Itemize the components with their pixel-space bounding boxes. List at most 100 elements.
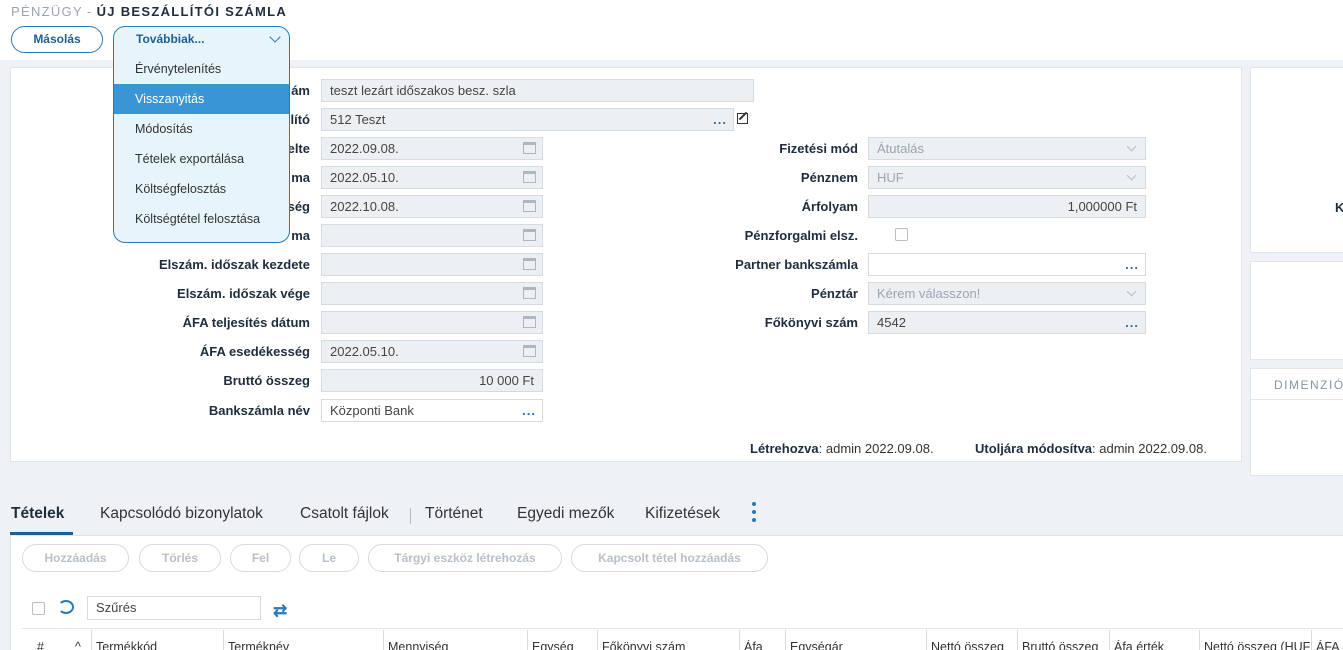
more-dropdown: Továbbiak... Érvénytelenítés Visszanyitá… — [113, 26, 290, 243]
field-label-exchange-rate: Árfolyam — [801, 199, 858, 214]
period-start-field[interactable] — [321, 253, 543, 276]
divider — [527, 630, 528, 650]
field-label-gross-amount: Bruttó összeg — [223, 373, 310, 388]
add-linked-item-button[interactable]: Kapcsolt tétel hozzáadás — [571, 544, 768, 572]
tab-custom-fields[interactable]: Egyedi mezők — [517, 505, 614, 523]
column-header-vat-value[interactable]: Áfa érték — [1114, 640, 1198, 650]
partner-bank-account-field[interactable]: ... — [868, 253, 1146, 276]
dimensions-title: DIMENZIÓ — [1274, 378, 1343, 392]
create-fixed-asset-button[interactable]: Tárgyi eszköz létrehozás — [368, 544, 562, 572]
side-panel-label: K — [1335, 200, 1343, 215]
field-label-cash-register: Pénztár — [811, 286, 858, 301]
tab-attachments[interactable]: Csatolt fájlok — [300, 505, 389, 523]
menu-item-invalidate[interactable]: Érvénytelenítés — [114, 54, 289, 84]
breadcrumb-separator: - — [86, 4, 93, 19]
column-header-net-amount-huf[interactable]: Nettó összeg (HUF) — [1204, 640, 1310, 650]
menu-item-modify[interactable]: Módosítás — [114, 114, 289, 144]
move-up-button[interactable]: Fel — [230, 544, 291, 572]
calendar-icon[interactable] — [523, 200, 536, 212]
column-header-vat-2[interactable]: ÁFA — [1316, 640, 1343, 650]
field-label-currency: Pénznem — [800, 170, 858, 185]
tab-items[interactable]: Tételek — [11, 505, 64, 523]
column-header-number[interactable]: # — [37, 640, 57, 650]
due-date-field[interactable]: 2022.10.08. — [321, 195, 543, 218]
calendar-icon[interactable] — [523, 287, 536, 299]
divider — [1199, 630, 1200, 650]
select-all-checkbox[interactable] — [32, 602, 45, 615]
calendar-icon[interactable] — [523, 345, 536, 357]
calendar-icon[interactable] — [523, 142, 536, 154]
more-vertical-icon[interactable] — [752, 502, 756, 526]
menu-item-cost-allocation[interactable]: Költségfelosztás — [114, 174, 289, 204]
calendar-icon[interactable] — [523, 258, 536, 270]
copy-button[interactable]: Másolás — [11, 26, 103, 53]
swap-icon[interactable]: ⇄ — [273, 601, 287, 621]
refresh-icon[interactable] — [58, 600, 74, 614]
created-info: Létrehozva: admin 2022.09.08. — [750, 441, 934, 456]
divider — [410, 508, 411, 524]
column-header-vat[interactable]: Áfa — [744, 640, 782, 650]
side-panel-summary — [1250, 67, 1343, 253]
column-header-unit-price[interactable]: Egységár — [790, 640, 924, 650]
vat-due-date-field[interactable]: 2022.05.10. — [321, 340, 543, 363]
add-button[interactable]: Hozzáadás — [22, 544, 129, 572]
cash-accounting-checkbox[interactable] — [895, 228, 908, 241]
more-dots-icon[interactable]: ... — [1125, 312, 1139, 333]
more-button[interactable]: Továbbiak... — [114, 27, 289, 54]
filter-input[interactable]: Szűrés — [87, 596, 261, 620]
more-dots-icon[interactable]: ... — [1125, 254, 1139, 275]
column-header-gross-amount[interactable]: Bruttó összeg — [1022, 640, 1108, 650]
calendar-icon[interactable] — [523, 316, 536, 328]
tab-related-documents[interactable]: Kapcsolódó bizonylatok — [100, 505, 263, 523]
field-label-payment-method: Fizetési mód — [779, 141, 858, 156]
chevron-down-icon — [1126, 141, 1137, 152]
tab-history[interactable]: Történet — [425, 505, 483, 523]
edit-icon[interactable] — [737, 113, 748, 124]
page-title: ÚJ BESZÁLLÍTÓI SZÁMLA — [96, 4, 288, 19]
invoice-number-field[interactable]: teszt lezárt időszakos besz. szla — [321, 79, 754, 102]
more-dots-icon[interactable]: ... — [522, 400, 536, 421]
exchange-rate-field[interactable]: 1,000000 Ft — [868, 195, 1146, 218]
field-label-partner-bank-account: Partner bankszámla — [735, 257, 858, 272]
column-header-ledger-account[interactable]: Főkönyvi szám — [602, 640, 736, 650]
divider — [926, 630, 927, 650]
cash-register-select[interactable]: Kérem válasszon! — [868, 282, 1146, 305]
column-header-quantity[interactable]: Mennyiség — [388, 640, 522, 650]
period-end-field[interactable] — [321, 282, 543, 305]
field-label-vat-due-date: ÁFA esedékesség — [199, 344, 310, 359]
vat-fulfillment-date-field[interactable] — [321, 311, 543, 334]
menu-item-reopen[interactable]: Visszanyitás — [114, 84, 289, 114]
currency-select[interactable]: HUF — [868, 166, 1146, 189]
tab-payments[interactable]: Kifizetések — [645, 505, 720, 523]
fulfillment-date-field[interactable]: 2022.05.10. — [321, 166, 543, 189]
issue-date-field[interactable]: 2022.09.08. — [321, 137, 543, 160]
menu-item-export-items[interactable]: Tételek exportálása — [114, 144, 289, 174]
column-header-net-amount[interactable]: Nettó összeg — [931, 640, 1015, 650]
side-panel-extra — [1250, 261, 1343, 360]
field-label-period-end: Elszám. időszak vége — [177, 286, 310, 301]
gross-amount-field[interactable]: 10 000 Ft — [321, 369, 543, 392]
column-header-unit[interactable]: Egység — [532, 640, 594, 650]
column-header-product-code[interactable]: Termékkód — [96, 640, 222, 650]
divider — [785, 630, 786, 650]
field-label-ledger-account: Főkönyvi szám — [764, 315, 858, 330]
more-dots-icon[interactable]: ... — [713, 109, 727, 130]
divider — [223, 630, 224, 650]
supplier-field[interactable]: 512 Teszt... — [321, 108, 734, 131]
divider — [1109, 630, 1110, 650]
divider — [1251, 399, 1343, 400]
calendar-icon[interactable] — [523, 229, 536, 241]
delete-button[interactable]: Törlés — [139, 544, 221, 572]
column-header-product-name[interactable]: Terméknév — [228, 640, 378, 650]
breadcrumb-parent[interactable]: PÉNZÜGY — [11, 4, 83, 19]
move-down-button[interactable]: Le — [299, 544, 359, 572]
menu-item-cost-item-allocation[interactable]: Költségtétel felosztása — [114, 204, 289, 234]
divider — [383, 630, 384, 650]
sort-up-icon[interactable]: ^ — [75, 640, 85, 650]
date-field[interactable] — [321, 224, 543, 247]
bank-account-name-field[interactable]: Központi Bank... — [321, 399, 543, 422]
modified-info: Utoljára módosítva: admin 2022.09.08. — [975, 441, 1207, 456]
calendar-icon[interactable] — [523, 171, 536, 183]
ledger-account-field[interactable]: 4542... — [868, 311, 1146, 334]
payment-method-select[interactable]: Átutalás — [868, 137, 1146, 160]
